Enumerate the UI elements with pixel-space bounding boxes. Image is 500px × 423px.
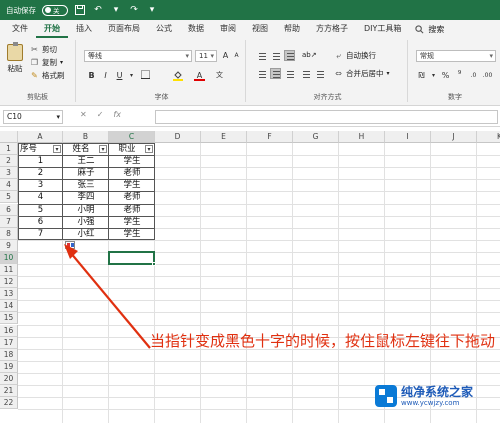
- annotation-arrow: [64, 244, 151, 349]
- watermark-url: www.ycwjzy.com: [401, 398, 460, 407]
- annotation-text: 当指针变成黑色十字的时候，按住鼠标左键往下拖动: [150, 332, 496, 350]
- watermark-logo-icon: [375, 385, 397, 407]
- watermark: 纯净系统之家 www.ycwjzy.com: [375, 385, 473, 407]
- watermark-title: 纯净系统之家: [401, 384, 474, 399]
